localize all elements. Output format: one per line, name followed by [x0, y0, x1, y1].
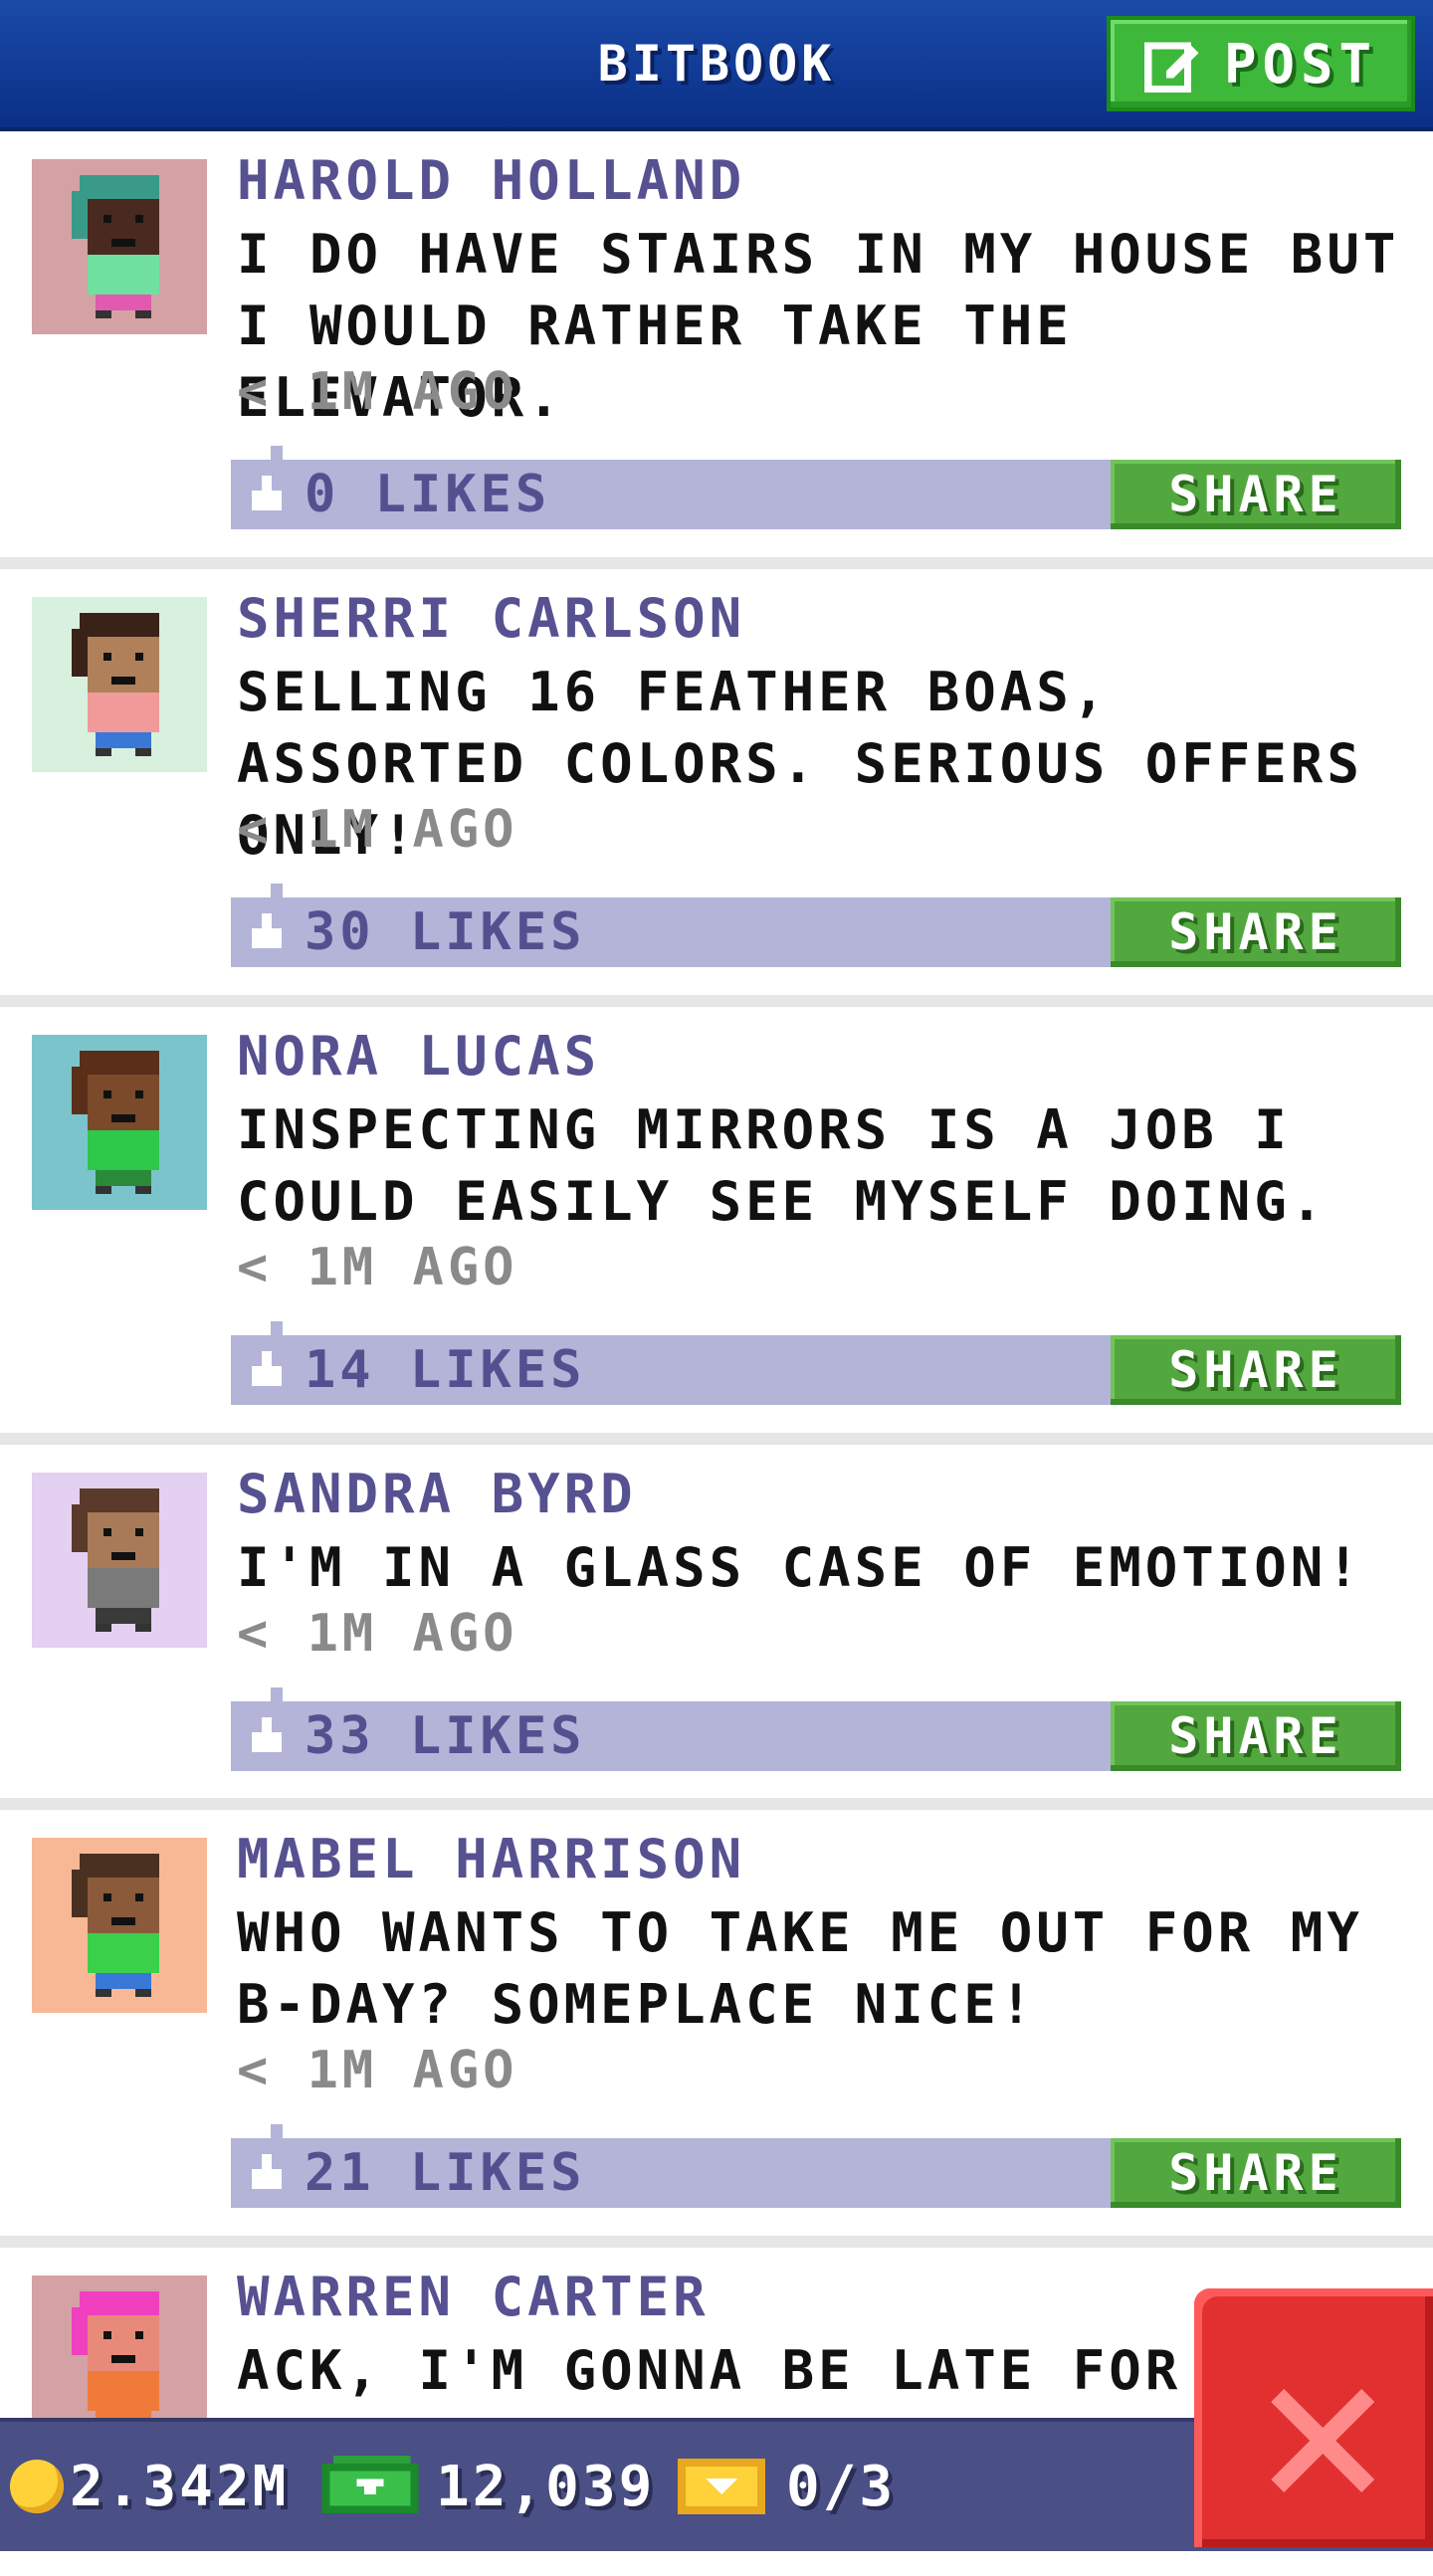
share-button[interactable]: SHARE: [1111, 1701, 1401, 1771]
likes-count: 21 LIKES: [305, 2143, 586, 2203]
share-button[interactable]: SHARE: [1111, 897, 1401, 967]
likes-count: 0 LIKES: [305, 465, 551, 524]
coins-value: 2.342M: [70, 2454, 290, 2519]
post-text: WHO WANTS TO TAKE ME OUT FOR MY B-DAY? S…: [237, 1901, 1363, 2036]
post-author: HAROLD HOLLAND: [237, 149, 746, 212]
avatar[interactable]: [32, 1035, 207, 1210]
share-button[interactable]: SHARE: [1111, 1335, 1401, 1405]
post-author: MABEL HARRISON: [237, 1828, 746, 1890]
post-time: < 1M AGO: [237, 2041, 518, 2100]
likes-bar: 14 LIKES SHARE: [231, 1321, 1401, 1405]
likes-bar: 33 LIKES SHARE: [231, 1687, 1401, 1771]
likes-count: 14 LIKES: [305, 1340, 586, 1400]
avatar-image: [32, 1035, 207, 1210]
post-time: < 1M AGO: [237, 362, 518, 422]
avatar-image: [32, 159, 207, 334]
post-author: SHERRI CARLSON: [237, 587, 746, 650]
likes-bar: 30 LIKES SHARE: [231, 884, 1401, 967]
avatar[interactable]: [32, 159, 207, 334]
thumbs-up-icon[interactable]: [247, 1351, 287, 1391]
avatar[interactable]: [32, 1838, 207, 2013]
avatar-image: [32, 1473, 207, 1648]
close-button[interactable]: [1194, 2288, 1433, 2547]
post-author: SANDRA BYRD: [237, 1463, 637, 1525]
post-time: < 1M AGO: [237, 800, 518, 860]
coins-stat: 2.342M: [10, 2422, 289, 2551]
avatar-image: [32, 597, 207, 772]
tickets-value: 0/3: [786, 2454, 897, 2519]
tickets-stat[interactable]: 0/3: [677, 2422, 896, 2551]
avatar-image: [32, 1838, 207, 2013]
feed-post: SHERRI CARLSON SELLING 16 FEATHER BOAS, …: [0, 569, 1433, 1007]
post-author: WARREN CARTER: [237, 2266, 710, 2328]
thumbs-up-icon[interactable]: [247, 1717, 287, 1757]
post-button-label: POST: [1223, 32, 1378, 96]
feed-post: SANDRA BYRD I'M IN A GLASS CASE OF EMOTI…: [0, 1445, 1433, 1810]
likes-bar: 0 LIKES SHARE: [231, 446, 1401, 529]
thumbs-up-icon[interactable]: [247, 476, 287, 515]
feed-post: NORA LUCAS INSPECTING MIRRORS IS A JOB I…: [0, 1007, 1433, 1445]
post-text: I'M IN A GLASS CASE OF EMOTION!: [237, 1536, 1363, 1599]
bux-value: 12,039: [436, 2454, 656, 2519]
feed-post: MABEL HARRISON WHO WANTS TO TAKE ME OUT …: [0, 1810, 1433, 2248]
post-author: NORA LUCAS: [237, 1025, 601, 1088]
news-feed[interactable]: HAROLD HOLLAND I DO HAVE STAIRS IN MY HO…: [0, 131, 1433, 2576]
bux-icon: [321, 2456, 419, 2514]
ticket-icon: [678, 2459, 765, 2514]
edit-icon: [1143, 42, 1199, 93]
likes-count: 33 LIKES: [305, 1706, 586, 1766]
likes-count: 30 LIKES: [305, 902, 586, 962]
post-text: INSPECTING MIRRORS IS A JOB I COULD EASI…: [237, 1098, 1328, 1233]
post-button[interactable]: POST: [1107, 16, 1415, 111]
app-header: BITBOOK POST: [0, 0, 1433, 131]
thumbs-up-icon[interactable]: [247, 2154, 287, 2194]
likes-bar: 21 LIKES SHARE: [231, 2124, 1401, 2208]
thumbs-up-icon[interactable]: [247, 913, 287, 953]
share-button[interactable]: SHARE: [1111, 460, 1401, 529]
avatar[interactable]: [32, 597, 207, 772]
post-time: < 1M AGO: [237, 1238, 518, 1297]
close-icon: [1271, 2389, 1374, 2492]
share-button[interactable]: SHARE: [1111, 2138, 1401, 2208]
coin-icon: [10, 2460, 64, 2513]
post-time: < 1M AGO: [237, 1604, 518, 1664]
bux-stat[interactable]: 12,039: [320, 2422, 655, 2551]
avatar[interactable]: [32, 1473, 207, 1648]
feed-post: HAROLD HOLLAND I DO HAVE STAIRS IN MY HO…: [0, 131, 1433, 569]
